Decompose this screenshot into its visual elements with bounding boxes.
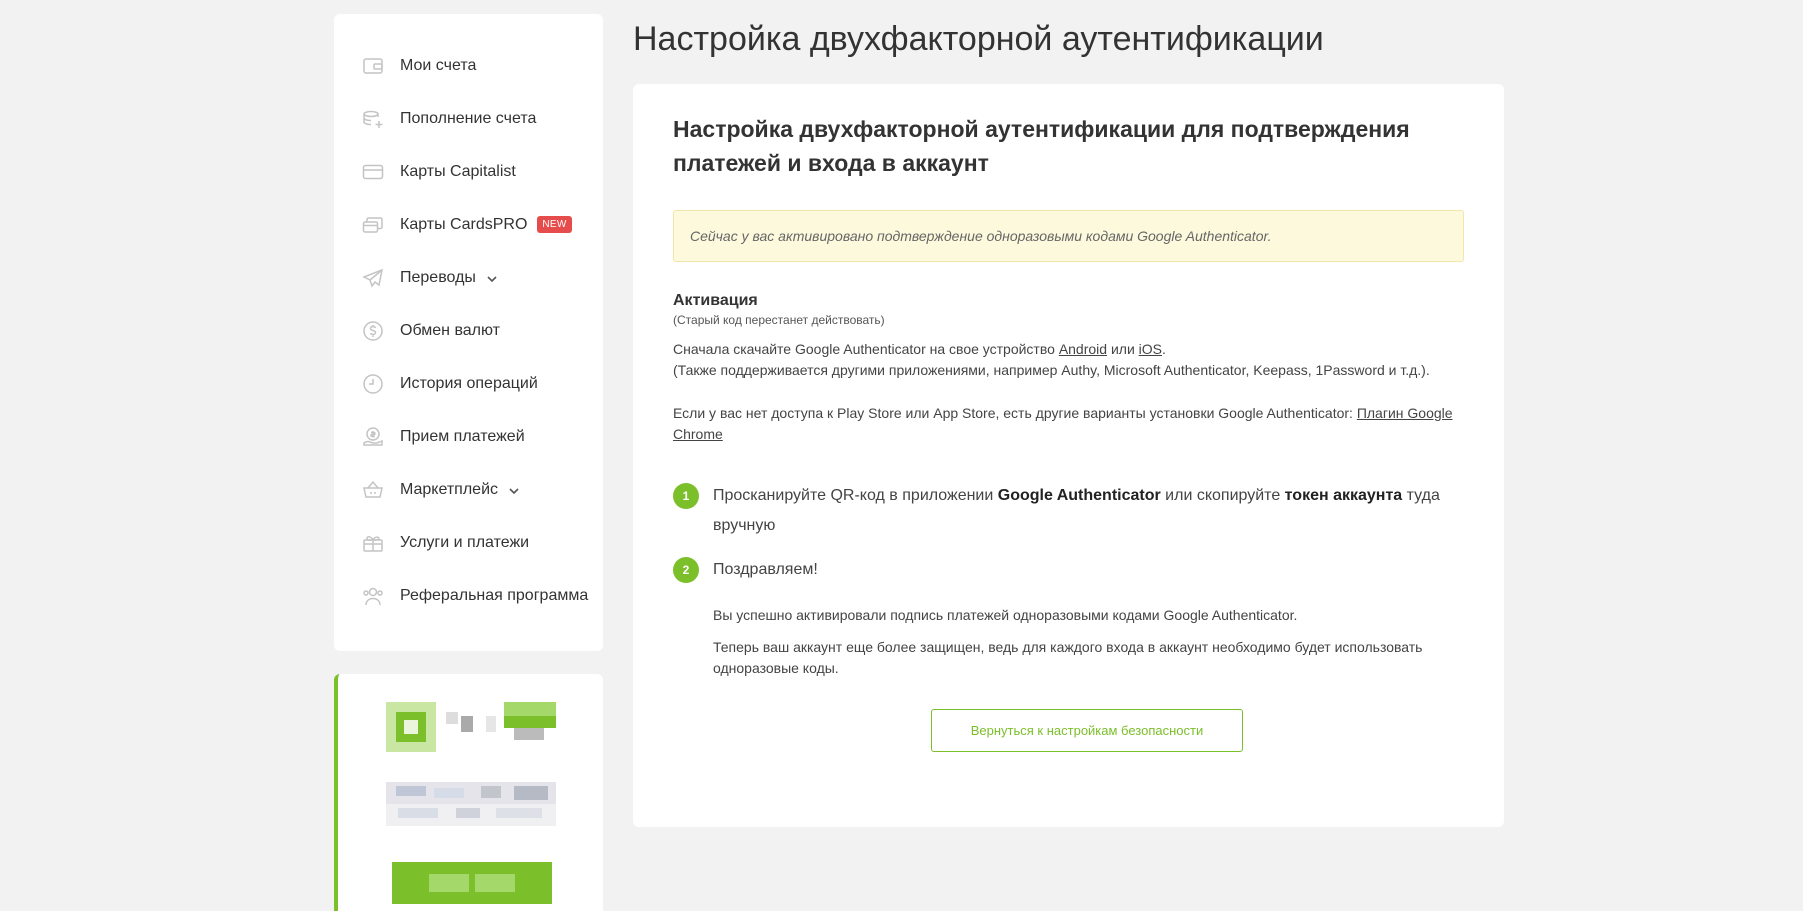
sidebar-item-capitalist-cards[interactable]: Карты Capitalist (334, 145, 603, 198)
users-icon (362, 585, 384, 607)
step-1-text-a: Просканируйте QR-код в приложении (713, 487, 994, 504)
sidebar-item-label: Прием платежей (400, 427, 525, 445)
sidebar-item-history[interactable]: История операций (334, 357, 603, 410)
sidebar-item-label: Пополнение счета (400, 109, 537, 127)
sidebar-item-my-accounts[interactable]: Мои счета (334, 39, 603, 92)
card-title: Настройка двухфакторной аутентификации д… (673, 116, 1410, 176)
activation-title: Активация (673, 292, 758, 309)
sidebar-item-referral[interactable]: Реферальная программа (334, 569, 603, 622)
sidebar-item-label: Услуги и платежи (400, 533, 530, 551)
step-2: 2 Поздравляем! (673, 557, 1464, 585)
step-1: 1 Просканируйте QR-код в приложении Goog… (673, 483, 1464, 541)
sidebar-item-deposit[interactable]: Пополнение счета (334, 92, 603, 145)
sidebar-item-currency-exchange[interactable]: Обмен валют (334, 304, 603, 357)
success-text-2: Теперь ваш аккаунт еще более защищен, ве… (713, 639, 1423, 676)
or-text: или (1110, 341, 1135, 357)
promo-button-text (429, 874, 469, 892)
sidebar-item-label: Карты Capitalist (400, 162, 516, 180)
sidebar-item-services[interactable]: Услуги и платежи (334, 516, 603, 569)
step-1-token: токен аккаунта (1284, 487, 1403, 504)
cards-stack-icon (362, 214, 384, 236)
sidebar-item-label: Мои счета (400, 56, 477, 74)
no-store-text: Если у вас нет доступа к Play Store или … (673, 405, 1353, 421)
wallet-icon (362, 55, 384, 77)
sidebar: Мои счета Пополнение счета Карты Capital… (334, 14, 603, 651)
currency-exchange-icon (362, 320, 384, 342)
android-link[interactable]: Android (1059, 341, 1107, 357)
success-text-1: Вы успешно активировали подпись платежей… (713, 607, 1298, 623)
gift-icon (362, 532, 384, 554)
back-to-security-button[interactable]: Вернуться к настройкам безопасности (931, 709, 1243, 752)
card-icon (362, 161, 384, 183)
paper-plane-icon (362, 267, 384, 289)
step-1-text: Просканируйте QR-код в приложении Google… (713, 481, 1464, 541)
two-factor-card: Настройка двухфакторной аутентификации д… (633, 84, 1504, 827)
coins-add-icon (362, 108, 384, 130)
download-text: Сначала скачайте Google Authenticator на… (673, 341, 1055, 357)
clock-icon (362, 373, 384, 395)
sidebar-item-cardspro[interactable]: Карты CardsPRO NEW (334, 198, 603, 251)
sidebar-item-label: Реферальная программа (400, 586, 589, 604)
sidebar-item-label: История операций (400, 374, 538, 392)
basket-icon (362, 479, 384, 501)
page-title: Настройка двухфакторной аутентификации (633, 20, 1324, 58)
sidebar-item-label: Переводы (400, 268, 476, 286)
promo-text (386, 782, 556, 826)
step-2-title: Поздравляем! (713, 561, 818, 578)
chevron-down-icon[interactable] (508, 484, 520, 496)
step-number: 1 (673, 483, 699, 509)
new-badge: NEW (537, 216, 572, 233)
step-number: 2 (673, 557, 699, 583)
promo-banner[interactable] (334, 674, 603, 911)
step-1-text-c: или скопируйте (1165, 487, 1281, 504)
hand-coin-icon (362, 426, 384, 448)
status-alert: Сейчас у вас активировано подтверждение … (673, 210, 1464, 262)
ios-link[interactable]: iOS (1139, 341, 1162, 357)
sidebar-item-label: Маркетплейс (400, 480, 499, 498)
sidebar-item-label: Карты CardsPRO (400, 215, 528, 233)
success-message: Вы успешно активировали подпись платежей… (673, 605, 1464, 679)
sidebar-item-label: Обмен валют (400, 321, 500, 339)
sidebar-item-payments-acceptance[interactable]: Прием платежей (334, 410, 603, 463)
promo-logo (386, 702, 556, 752)
also-supported-text: (Также поддерживается другими приложения… (673, 362, 1430, 378)
alternative-install: Если у вас нет доступа к Play Store или … (673, 403, 1464, 445)
promo-button[interactable] (392, 862, 552, 904)
activation-subtitle: (Старый код перестанет действовать) (673, 313, 885, 327)
download-instructions: Сначала скачайте Google Authenticator на… (673, 341, 1430, 378)
step-1-app-name: Google Authenticator (997, 487, 1161, 504)
sidebar-item-transfers[interactable]: Переводы (334, 251, 603, 304)
chevron-down-icon[interactable] (486, 272, 498, 284)
promo-button-text (475, 874, 515, 892)
sidebar-item-marketplace[interactable]: Маркетплейс (334, 463, 603, 516)
